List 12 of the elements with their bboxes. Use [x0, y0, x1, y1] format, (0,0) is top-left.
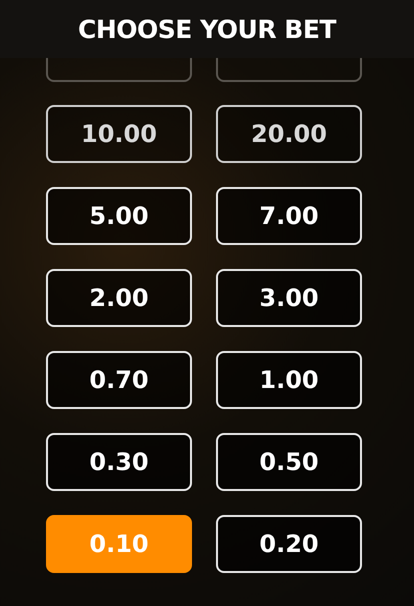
bet-button[interactable]: 1.00 [216, 351, 362, 409]
bet-button[interactable]: 0.50 [216, 433, 362, 491]
bet-button[interactable]: 5.00 [46, 187, 192, 245]
bet-button[interactable]: 0.20 [216, 515, 362, 573]
bet-button[interactable]: 0.30 [46, 433, 192, 491]
bet-button[interactable]: 0.70 [46, 351, 192, 409]
panel-title: CHOOSE YOUR BET [78, 14, 336, 44]
bet-button[interactable]: 10.00 [46, 105, 192, 163]
bet-button[interactable]: 7.00 [216, 187, 362, 245]
bet-button[interactable]: 2.00 [46, 269, 192, 327]
bet-button[interactable]: 20.00 [216, 105, 362, 163]
bet-button[interactable]: 3.00 [216, 269, 362, 327]
